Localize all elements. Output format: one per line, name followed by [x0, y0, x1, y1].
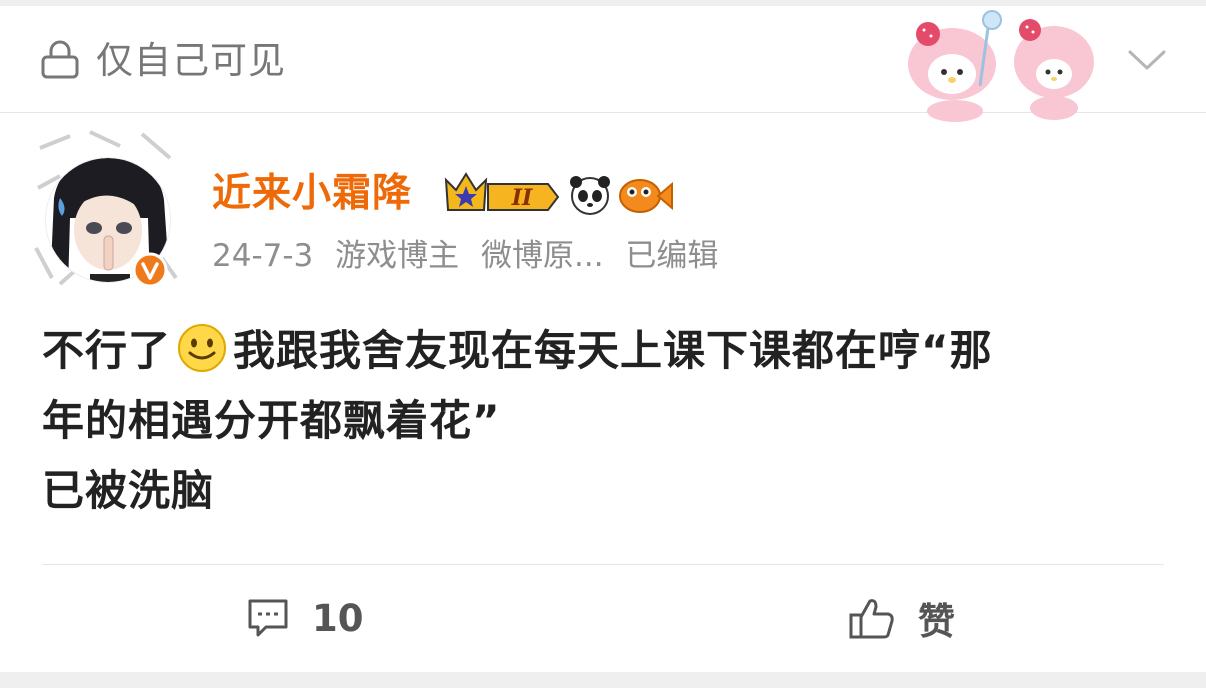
post-line-1: 不行了 我跟我舍友现在每天上课下课都在哼“那: [42, 316, 1182, 386]
author-tag-2[interactable]: 微博原...: [481, 238, 604, 274]
like-label: 赞: [918, 600, 955, 643]
author-badges: II: [444, 172, 673, 215]
panda-icon: [570, 176, 610, 215]
comment-count: 10: [312, 596, 364, 640]
post-text: 不行了 我跟我舍友现在每天上课下课都在哼“那 年的相遇分开都飘着花” 已被洗脑: [42, 316, 1182, 526]
divider: [42, 564, 1164, 565]
comment-icon: [248, 599, 288, 637]
visibility-label: 仅自己可见: [96, 39, 286, 82]
crown-level-badge: II: [444, 172, 560, 211]
smile-emoji-icon: [178, 324, 227, 372]
goldfish-icon: [619, 179, 673, 213]
edited-label[interactable]: 已编辑: [625, 238, 718, 274]
author-name[interactable]: 近来小霜降: [212, 166, 412, 222]
avatar[interactable]: [30, 128, 180, 288]
like-button[interactable]: 赞: [848, 592, 955, 644]
post-line-2: 年的相遇分开都飘着花”: [42, 396, 501, 445]
level-text: II: [511, 185, 533, 211]
lock-icon: [41, 40, 79, 79]
visibility-bar[interactable]: 仅自己可见: [0, 6, 1206, 122]
author-tag-1: 游戏博主: [335, 238, 460, 274]
post-line-3: 已被洗脑: [42, 466, 215, 515]
chevron-down-icon[interactable]: [1126, 44, 1168, 74]
post-card: 仅自己可见 近来小霜降 II 24-7-3 游戏博主 微博原... 已编辑 不行…: [0, 6, 1206, 672]
comment-button[interactable]: 10: [246, 592, 364, 644]
post-meta: 24-7-3 游戏博主 微博原... 已编辑: [212, 234, 730, 278]
my-melody-stickers: [908, 10, 1094, 122]
post-date: 24-7-3: [212, 238, 314, 274]
thumbs-up-icon: [849, 599, 894, 639]
